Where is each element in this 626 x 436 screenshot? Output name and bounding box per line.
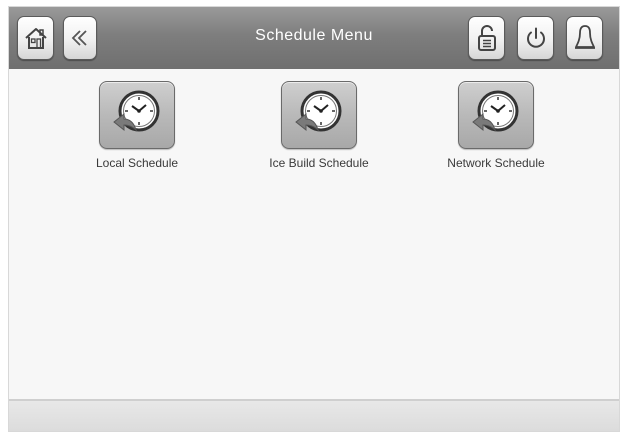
network-schedule-tile[interactable]: Network Schedule	[406, 81, 586, 170]
screen: Schedule Menu Local Schedule Ice Build S…	[0, 0, 626, 436]
clock-icon	[108, 86, 166, 145]
menu-content: Local Schedule Ice Build Schedule Networ…	[9, 69, 619, 399]
power-button[interactable]	[517, 16, 554, 60]
clock-icon	[290, 86, 348, 145]
page-title: Schedule Menu	[255, 27, 373, 44]
footer-bar	[9, 399, 619, 431]
back-button[interactable]	[63, 16, 97, 60]
home-button[interactable]	[17, 16, 54, 60]
ice-build-schedule-label: Ice Build Schedule	[269, 156, 369, 170]
local-schedule-label: Local Schedule	[95, 156, 179, 170]
network-schedule-label: Network Schedule	[447, 156, 545, 170]
lock-button[interactable]	[468, 16, 505, 60]
alarm-button[interactable]	[566, 16, 603, 60]
power-icon	[523, 25, 549, 51]
app-panel: Schedule Menu Local Schedule Ice Build S…	[8, 6, 620, 432]
local-schedule-tile[interactable]: Local Schedule	[47, 81, 227, 170]
ice-build-schedule-button[interactable]	[281, 81, 357, 149]
bell-icon	[572, 23, 598, 53]
chevron-double-left-icon	[69, 27, 91, 49]
local-schedule-button[interactable]	[99, 81, 175, 149]
network-schedule-button[interactable]	[458, 81, 534, 149]
home-icon	[23, 25, 49, 51]
ice-build-schedule-tile[interactable]: Ice Build Schedule	[229, 81, 409, 170]
unlock-icon	[474, 23, 500, 53]
header-bar: Schedule Menu	[9, 7, 619, 69]
clock-icon	[467, 86, 525, 145]
